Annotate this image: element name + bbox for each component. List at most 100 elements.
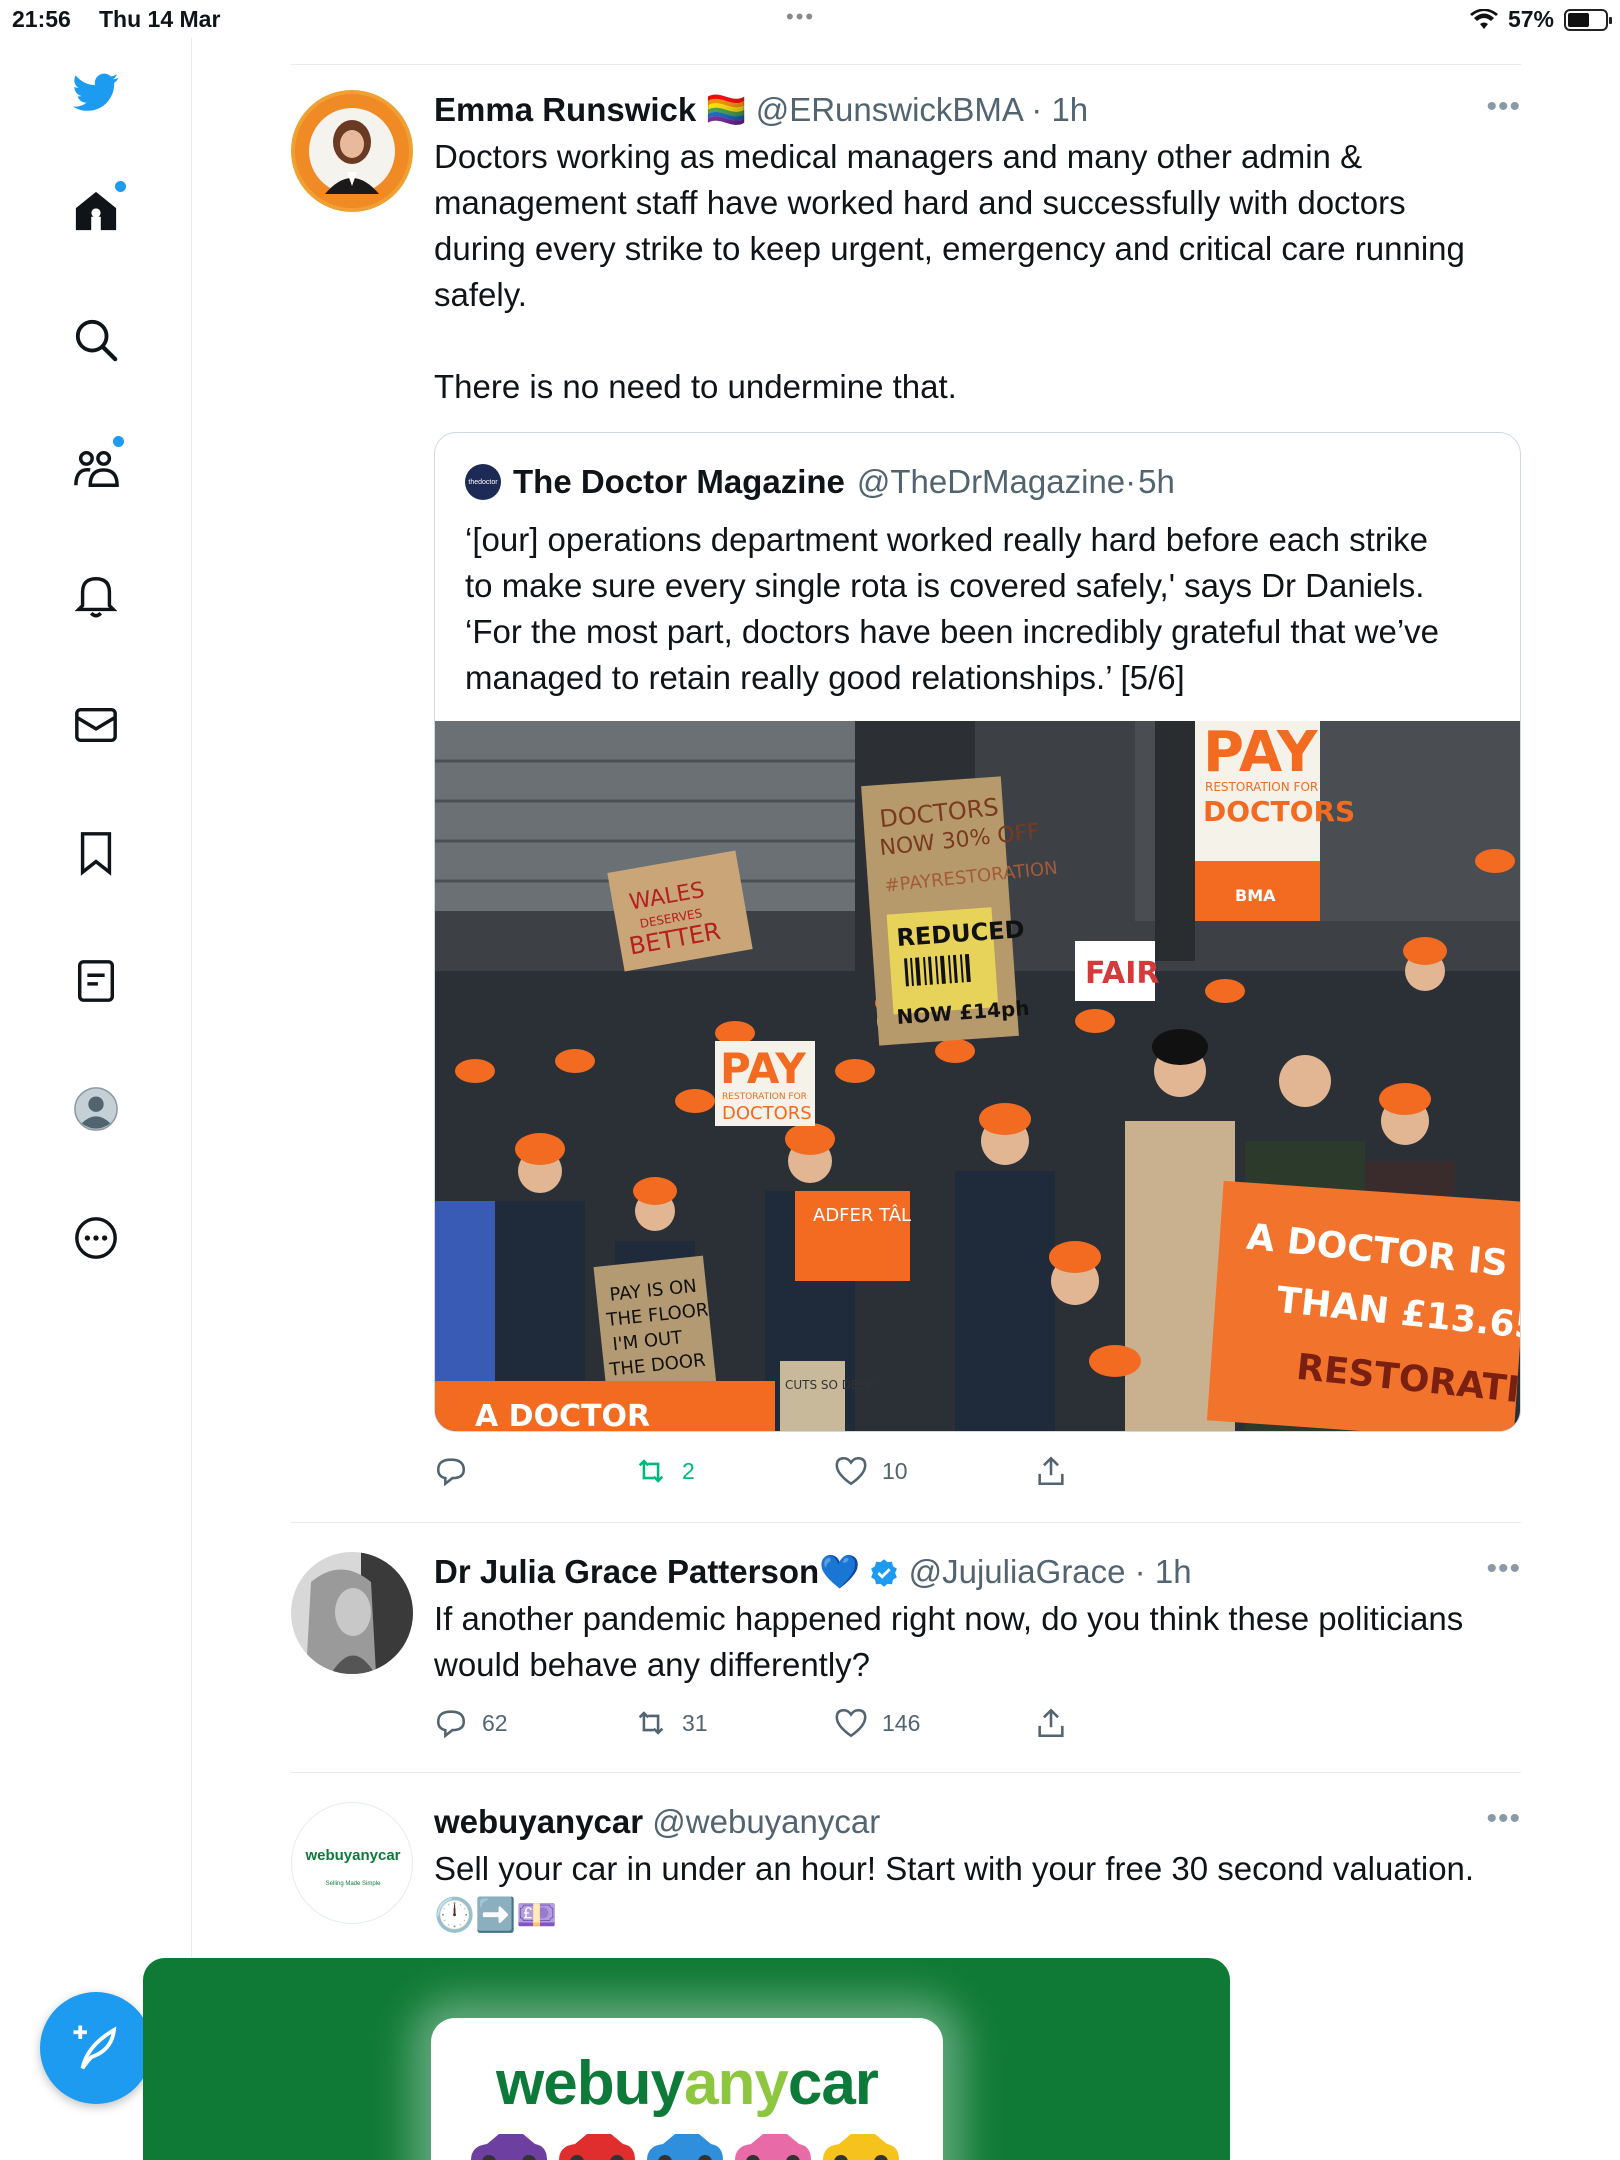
sign-pay: PAY bbox=[1203, 721, 1319, 785]
compose-icon bbox=[73, 2025, 117, 2070]
tweet-divider bbox=[291, 1772, 1521, 1773]
retweet-count: 31 bbox=[682, 1709, 708, 1736]
tweet-header: webuyanycar @webuyanycar bbox=[434, 1802, 1521, 1842]
battery-fill bbox=[1568, 12, 1589, 27]
ad-logo-text: webuyanycar bbox=[496, 2049, 879, 2118]
tweet[interactable]: Emma Runswick 🏳️‍🌈 @ERunswickBMA · 1h ••… bbox=[291, 90, 1521, 1500]
tweet-body: Emma Runswick 🏳️‍🌈 @ERunswickBMA · 1h ••… bbox=[434, 90, 1521, 410]
like-button[interactable]: 146 bbox=[834, 1706, 920, 1740]
profile-icon[interactable] bbox=[66, 1079, 126, 1139]
author-name[interactable]: webuyanycar bbox=[434, 1803, 643, 1840]
retweet-button[interactable]: 31 bbox=[634, 1706, 708, 1740]
wifi-icon bbox=[1469, 8, 1498, 29]
tweet-more-icon[interactable]: ••• bbox=[1486, 90, 1521, 124]
tweet[interactable]: Dr Julia Grace Patterson💙 @JujuliaGrace … bbox=[291, 1552, 1521, 1739]
like-icon bbox=[835, 1456, 867, 1486]
quoted-tweet-text: ‘[our] operations department worked real… bbox=[465, 517, 1495, 701]
share-button[interactable] bbox=[1034, 1706, 1068, 1740]
lists-icon[interactable] bbox=[66, 951, 126, 1011]
status-indicators: 57% bbox=[1469, 6, 1612, 33]
quoted-author-handle: @TheDrMagazine bbox=[856, 463, 1126, 500]
home-icon[interactable] bbox=[66, 181, 126, 241]
author-handle[interactable]: @webuyanycar bbox=[652, 1803, 880, 1840]
retweet-icon bbox=[638, 1711, 664, 1735]
tweet-text-line: Doctors working as medical managers and … bbox=[434, 138, 1363, 175]
quoted-text-line: ‘[our] operations department worked real… bbox=[465, 521, 1429, 558]
reply-icon bbox=[436, 1710, 466, 1739]
sign-adfer: ADFER TÂL bbox=[813, 1204, 911, 1226]
sign-restoration-2: RESTORATION FOR bbox=[722, 1092, 807, 1102]
quoted-tweet-photo[interactable]: PAY RESTORATION FOR DOCTORS BMA DOCTORS … bbox=[435, 721, 1520, 1431]
quoted-tweet-time: 5h bbox=[1138, 463, 1175, 500]
author-name[interactable]: Dr Julia Grace Patterson💙 bbox=[434, 1553, 860, 1590]
quoted-avatar[interactable]: thedoctor bbox=[465, 464, 501, 500]
sign-restoration: RESTORATION FOR bbox=[1205, 780, 1318, 794]
tweet-body: webuyanycar @webuyanycar ••• Sell your c… bbox=[434, 1802, 1521, 1938]
communities-icon[interactable] bbox=[66, 436, 126, 498]
reply-button[interactable]: 62 bbox=[434, 1706, 508, 1740]
reply-count: 62 bbox=[482, 1709, 508, 1736]
share-icon bbox=[1038, 1456, 1064, 1486]
tweet-actions: 62 31 146 bbox=[434, 1706, 1134, 1746]
tweet-body: Dr Julia Grace Patterson💙 @JujuliaGrace … bbox=[434, 1552, 1521, 1688]
tweet-time[interactable]: 1h bbox=[1155, 1553, 1192, 1590]
multitasking-dots[interactable]: ••• bbox=[786, 4, 815, 30]
search-icon[interactable] bbox=[66, 310, 126, 370]
tweet-text: Doctors working as medical managers and … bbox=[434, 134, 1521, 410]
author-handle[interactable]: @JujuliaGrace bbox=[909, 1553, 1126, 1590]
like-count: 146 bbox=[882, 1709, 921, 1736]
verified-icon bbox=[871, 1559, 898, 1587]
share-button[interactable] bbox=[1034, 1454, 1068, 1488]
avatar-logo: webuyanycar bbox=[305, 1847, 401, 1864]
tweet-header: Dr Julia Grace Patterson💙 @JujuliaGrace … bbox=[434, 1553, 1192, 1590]
home-notification-dot bbox=[115, 181, 126, 192]
tweet-header: Emma Runswick 🏳️‍🌈 @ERunswickBMA · 1h bbox=[434, 91, 1089, 128]
quoted-text-line: to make sure every single rota is covere… bbox=[465, 567, 1425, 604]
tweet-more-icon[interactable]: ••• bbox=[1486, 1552, 1521, 1586]
tweet-emojis: 🕛➡️💷 bbox=[434, 1896, 558, 1933]
tweet-text-line: would behave any differently? bbox=[434, 1646, 871, 1683]
twitter-bird-icon[interactable] bbox=[66, 62, 126, 122]
avatar[interactable] bbox=[291, 1552, 413, 1674]
tweet-time[interactable]: 1h bbox=[1051, 91, 1088, 128]
sidebar-nav bbox=[0, 38, 192, 2160]
bookmarks-icon[interactable] bbox=[66, 823, 126, 883]
like-button[interactable]: 10 bbox=[834, 1454, 908, 1488]
messages-icon[interactable] bbox=[66, 695, 126, 755]
author-name[interactable]: Emma Runswick bbox=[434, 91, 696, 128]
retweet-icon bbox=[638, 1459, 664, 1483]
avatar[interactable]: webuyanycar Selling Made Simple bbox=[291, 1802, 413, 1924]
reply-icon bbox=[436, 1458, 466, 1487]
quoted-tweet[interactable]: thedoctor The Doctor Magazine @TheDrMaga… bbox=[434, 432, 1521, 1432]
tweet-text-line: If another pandemic happened right now, … bbox=[434, 1600, 1464, 1637]
tweet-text-line: management staff have worked hard and su… bbox=[434, 184, 1406, 221]
compose-button[interactable] bbox=[40, 1992, 152, 2104]
sign-cuts: CUTS SO DEEP bbox=[785, 1378, 873, 1392]
sign-pay-2: PAY bbox=[720, 1044, 806, 1093]
like-icon bbox=[835, 1708, 867, 1738]
author-handle[interactable]: @ERunswickBMA bbox=[756, 91, 1022, 128]
avatar[interactable] bbox=[291, 90, 413, 212]
sign-fair: FAIR bbox=[1085, 956, 1160, 991]
car-icons bbox=[471, 2134, 899, 2160]
retweet-button[interactable]: 2 bbox=[634, 1454, 695, 1488]
timeline-top-divider bbox=[291, 64, 1521, 65]
ad-media-card[interactable]: webuyanycar bbox=[143, 1958, 1230, 2160]
clock: 21:56 bbox=[12, 6, 71, 32]
quoted-text-line: managed to retain really good relationsh… bbox=[465, 659, 1185, 696]
notifications-icon[interactable] bbox=[66, 566, 126, 626]
avatar-tagline: Selling Made Simple bbox=[325, 1881, 381, 1887]
quoted-author-name: The Doctor Magazine bbox=[513, 463, 845, 500]
battery-icon bbox=[1564, 8, 1612, 31]
tweet-more-icon[interactable]: ••• bbox=[1486, 1802, 1521, 1836]
like-count: 10 bbox=[882, 1457, 908, 1484]
sign-doctors: DOCTORS bbox=[1203, 795, 1355, 828]
sign-doctors-2: DOCTORS bbox=[722, 1103, 812, 1124]
quoted-text-line: ‘For the most part, doctors have been in… bbox=[465, 613, 1439, 650]
tweet-divider bbox=[291, 1522, 1521, 1523]
reply-button[interactable] bbox=[434, 1454, 482, 1488]
share-icon bbox=[1038, 1708, 1064, 1738]
tweet-text-line: safely. bbox=[434, 276, 527, 313]
more-icon[interactable] bbox=[66, 1208, 126, 1268]
tweet-text-line: during every strike to keep urgent, emer… bbox=[434, 230, 1465, 267]
